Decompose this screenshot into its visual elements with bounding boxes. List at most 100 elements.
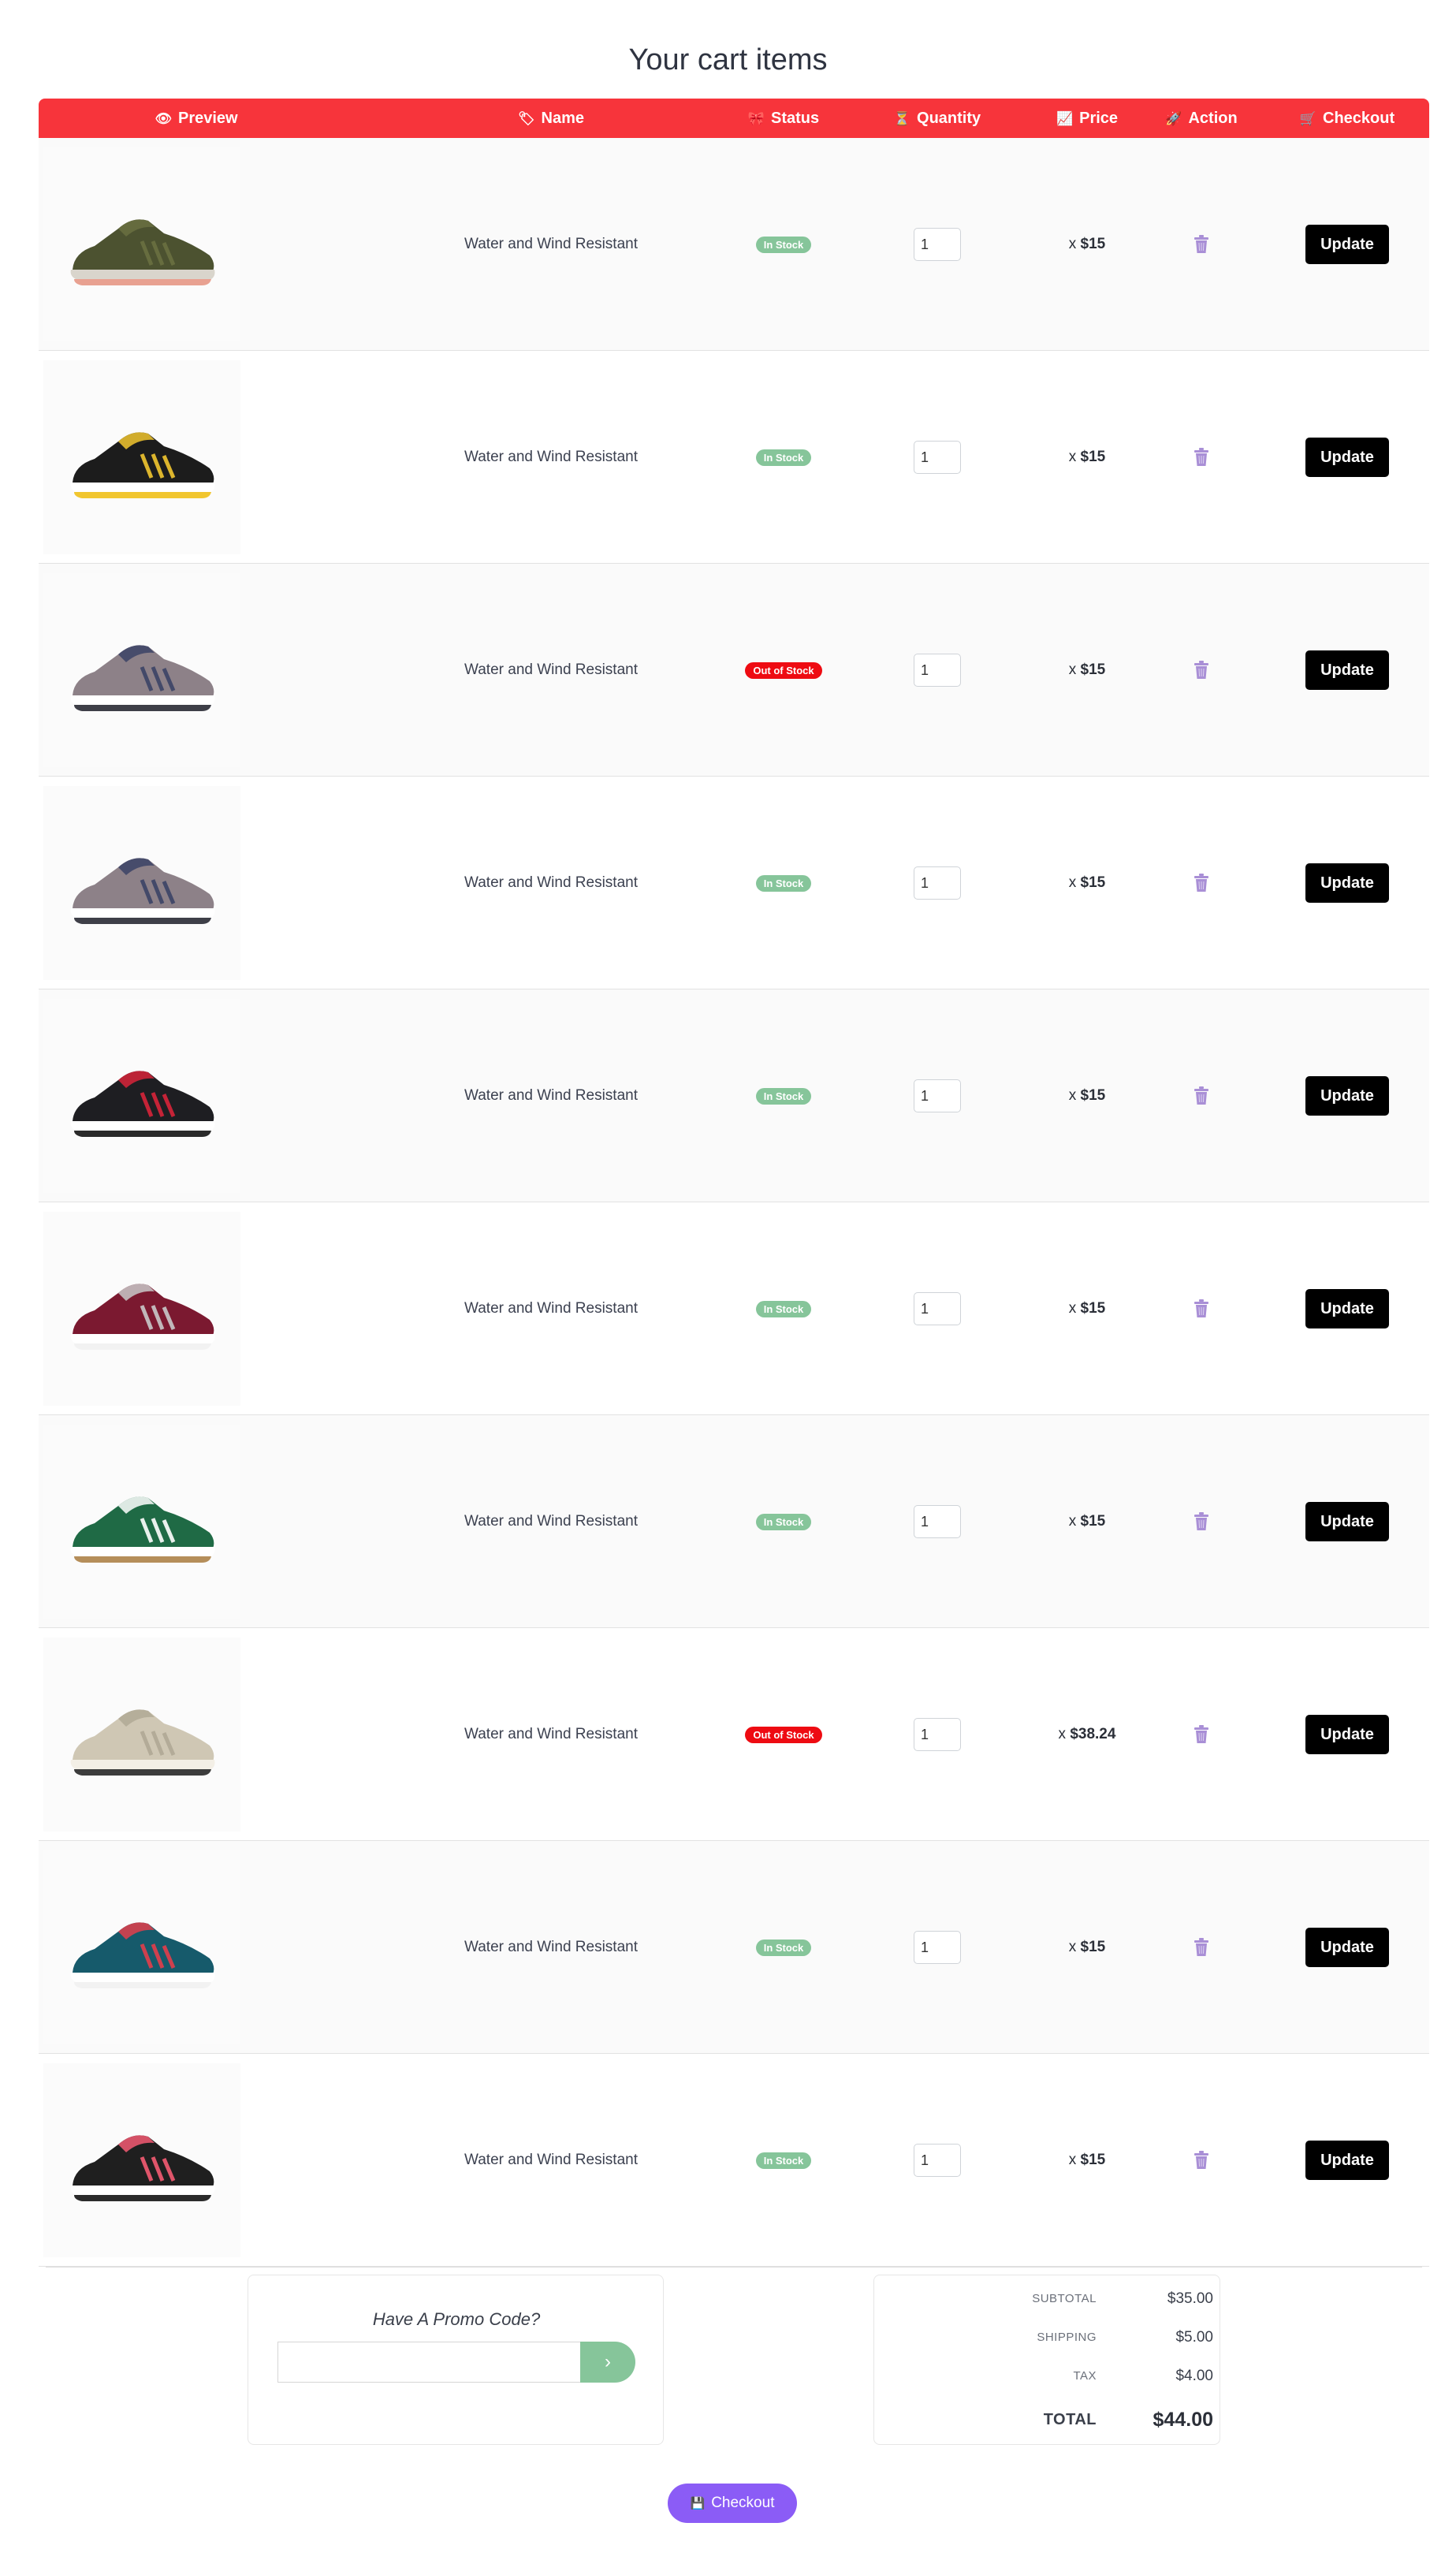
quantity-cell bbox=[882, 989, 992, 1202]
checkout-button[interactable]: 💾 Checkout bbox=[668, 2484, 797, 2523]
quantity-input[interactable] bbox=[914, 1079, 961, 1112]
action-cell bbox=[1150, 1841, 1253, 2054]
status-cell: In Stock bbox=[732, 989, 835, 1202]
status-cell: Out of Stock bbox=[732, 564, 835, 777]
price: x $38.24 bbox=[1059, 1726, 1116, 1743]
price-cell: x $15 bbox=[1040, 1841, 1134, 2054]
price-amount: $15 bbox=[1080, 2152, 1106, 2168]
update-button[interactable]: Update bbox=[1305, 2141, 1389, 2180]
update-button[interactable]: Update bbox=[1305, 1928, 1389, 1967]
product-preview[interactable] bbox=[43, 1638, 240, 1831]
action-cell bbox=[1150, 1202, 1253, 1415]
action-cell bbox=[1150, 777, 1253, 989]
price-cell: x $15 bbox=[1040, 1415, 1134, 1628]
quantity-input[interactable] bbox=[914, 1505, 961, 1538]
status-cell: In Stock bbox=[732, 1202, 835, 1415]
status-cell: In Stock bbox=[732, 1841, 835, 2054]
header-checkout: 🛒 Checkout bbox=[1276, 99, 1418, 138]
product-preview[interactable] bbox=[43, 573, 240, 767]
product-preview[interactable] bbox=[43, 786, 240, 980]
delete-button[interactable] bbox=[1193, 1937, 1210, 1958]
header-price: 📈 Price bbox=[1040, 99, 1134, 138]
name-cell: Water and Wind Resistant bbox=[417, 777, 685, 989]
product-preview[interactable] bbox=[43, 1425, 240, 1619]
update-button[interactable]: Update bbox=[1305, 1289, 1389, 1328]
quantity-input[interactable] bbox=[914, 1292, 961, 1325]
subtotal-row: SUBTOTAL $35.00 bbox=[874, 2287, 1221, 2311]
delete-button[interactable] bbox=[1193, 1299, 1210, 1319]
table-row: Water and Wind Resistant In Stock x $15 … bbox=[39, 1841, 1429, 2054]
checkout-cell: Update bbox=[1276, 1841, 1418, 2054]
quantity-input[interactable] bbox=[914, 1718, 961, 1751]
quantity-cell bbox=[882, 777, 992, 989]
delete-button[interactable] bbox=[1193, 234, 1210, 255]
delete-button[interactable] bbox=[1193, 1086, 1210, 1106]
trash-icon bbox=[1194, 1725, 1208, 1743]
delete-button[interactable] bbox=[1193, 1511, 1210, 1532]
quantity-input[interactable] bbox=[914, 654, 961, 687]
page-title: Your cart items bbox=[628, 43, 828, 76]
price-prefix: x bbox=[1068, 2152, 1077, 2168]
status-cell: Out of Stock bbox=[732, 1628, 835, 1841]
product-preview[interactable] bbox=[43, 147, 240, 341]
update-button[interactable]: Update bbox=[1305, 438, 1389, 477]
quantity-cell bbox=[882, 1841, 992, 2054]
cart-table: 👁 Preview 🏷 Name 🎀 Status ⏳ Quantity 📈 P… bbox=[39, 99, 1429, 2267]
delete-button[interactable] bbox=[1193, 1724, 1210, 1745]
preview-cell bbox=[39, 1415, 251, 1628]
update-button[interactable]: Update bbox=[1305, 1715, 1389, 1754]
chevron-right-icon: › bbox=[605, 2351, 611, 2372]
status-badge: Out of Stock bbox=[745, 1726, 822, 1743]
status-badge: In Stock bbox=[755, 874, 812, 892]
product-preview[interactable] bbox=[43, 999, 240, 1193]
price: x $15 bbox=[1069, 1300, 1105, 1317]
delete-button[interactable] bbox=[1193, 447, 1210, 468]
status-badge: In Stock bbox=[755, 1939, 812, 1956]
update-button[interactable]: Update bbox=[1305, 650, 1389, 690]
price: x $15 bbox=[1069, 1513, 1105, 1530]
quantity-input[interactable] bbox=[914, 1931, 961, 1964]
promo-submit-button[interactable]: › bbox=[580, 2342, 635, 2383]
quantity-input[interactable] bbox=[914, 2144, 961, 2177]
update-button[interactable]: Update bbox=[1305, 1502, 1389, 1541]
price: x $15 bbox=[1069, 2152, 1105, 2169]
price-amount: $15 bbox=[1080, 1513, 1106, 1530]
price-cell: x $15 bbox=[1040, 564, 1134, 777]
trash-icon bbox=[1194, 661, 1208, 679]
delete-button[interactable] bbox=[1193, 660, 1210, 680]
trash-icon bbox=[1194, 874, 1208, 892]
price-prefix: x bbox=[1068, 236, 1077, 252]
status-icon: 🎀 bbox=[747, 110, 765, 126]
table-row: Water and Wind Resistant In Stock x $15 … bbox=[39, 777, 1429, 989]
name-cell: Water and Wind Resistant bbox=[417, 1415, 685, 1628]
delete-button[interactable] bbox=[1193, 873, 1210, 893]
promo-code-input[interactable] bbox=[277, 2342, 585, 2383]
product-preview[interactable] bbox=[43, 2063, 240, 2257]
product-name: Water and Wind Resistant bbox=[464, 661, 638, 678]
price-amount: $15 bbox=[1080, 236, 1106, 252]
subtotal-value: $35.00 bbox=[1167, 2290, 1213, 2307]
product-preview[interactable] bbox=[43, 1212, 240, 1406]
preview-cell bbox=[39, 777, 251, 989]
promo-card: Have A Promo Code? › bbox=[248, 2275, 664, 2445]
tax-row: TAX $4.00 bbox=[874, 2364, 1221, 2388]
product-name: Water and Wind Resistant bbox=[464, 1513, 638, 1530]
table-row: Water and Wind Resistant Out of Stock x … bbox=[39, 1628, 1429, 1841]
status-cell: In Stock bbox=[732, 138, 835, 351]
delete-button[interactable] bbox=[1193, 2150, 1210, 2171]
quantity-cell bbox=[882, 1202, 992, 1415]
product-preview[interactable] bbox=[43, 1850, 240, 2044]
status-badge: In Stock bbox=[755, 1087, 812, 1105]
price-amount: $15 bbox=[1080, 1300, 1106, 1317]
product-preview[interactable] bbox=[43, 360, 240, 554]
quantity-input[interactable] bbox=[914, 441, 961, 474]
update-button[interactable]: Update bbox=[1305, 1076, 1389, 1116]
update-button[interactable]: Update bbox=[1305, 863, 1389, 903]
update-button[interactable]: Update bbox=[1305, 225, 1389, 264]
action-cell bbox=[1150, 2054, 1253, 2267]
quantity-input[interactable] bbox=[914, 866, 961, 900]
quantity-input[interactable] bbox=[914, 228, 961, 261]
price-prefix: x bbox=[1068, 874, 1077, 891]
product-name: Water and Wind Resistant bbox=[464, 449, 638, 465]
name-cell: Water and Wind Resistant bbox=[417, 138, 685, 351]
